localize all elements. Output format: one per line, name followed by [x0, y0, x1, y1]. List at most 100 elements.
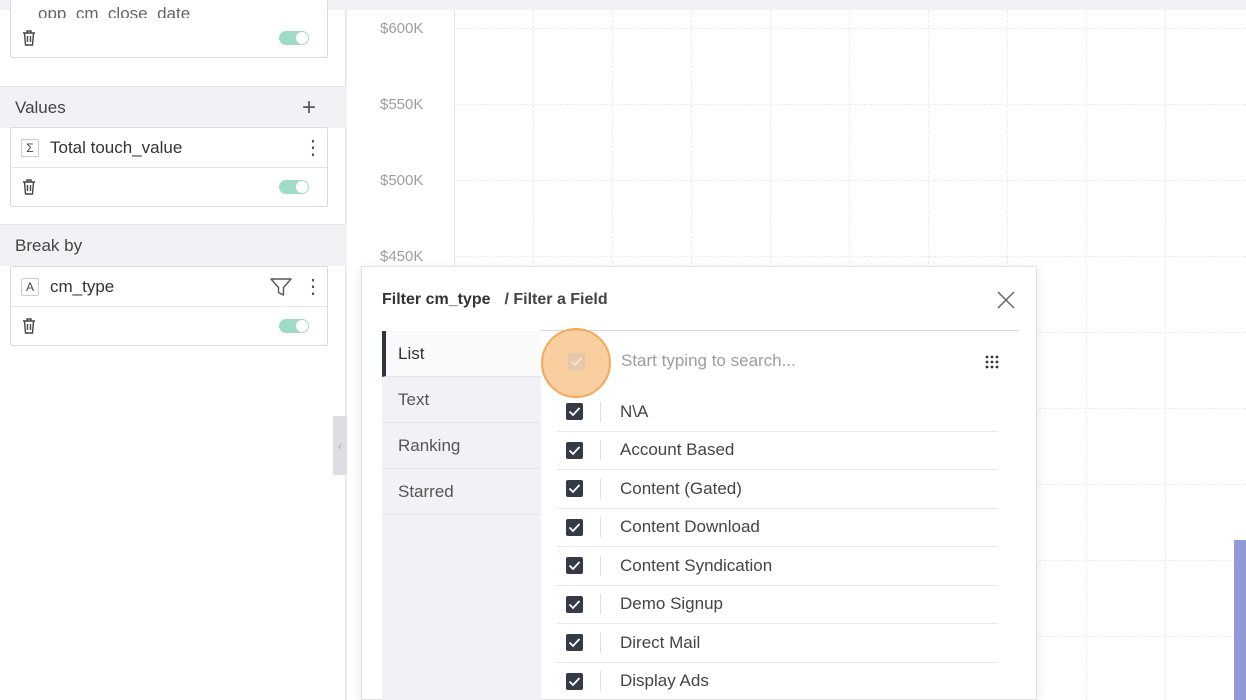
filter-icon[interactable]: [269, 276, 293, 298]
grid-menu-icon[interactable]: [985, 355, 999, 369]
chart-bar[interactable]: [1234, 540, 1246, 700]
tab-ranking[interactable]: Ranking: [382, 423, 541, 469]
divider: [600, 478, 601, 499]
y-tick-label: $600K: [380, 20, 424, 37]
divider: [600, 440, 601, 461]
list-item[interactable]: Content Syndication: [557, 547, 998, 586]
tab-text[interactable]: Text: [382, 377, 541, 423]
values-section-title: Values: [15, 97, 66, 117]
checkmark-icon: [568, 446, 581, 456]
filter-list-pane: N\A Account Based Content (Gated) Conten…: [541, 328, 1018, 700]
value-field-toggle[interactable]: [279, 180, 309, 194]
filter-subtitle: / Filter a Field: [504, 291, 608, 308]
item-label: Direct Mail: [620, 632, 701, 652]
list-item[interactable]: Demo Signup: [557, 586, 998, 624]
collapse-panel-handle[interactable]: ‹: [333, 416, 347, 475]
tab-label: Starred: [398, 481, 454, 501]
date-field-card: opp_cm_close_date: [10, 0, 328, 58]
break-by-field-card: A cm_type ⋮: [10, 266, 328, 346]
date-field-actions: [11, 18, 327, 57]
trash-icon[interactable]: [21, 29, 37, 47]
date-field-row[interactable]: opp_cm_close_date: [11, 0, 327, 18]
item-label: Demo Signup: [620, 594, 724, 614]
gridline: [455, 256, 1246, 257]
list-item[interactable]: Account Based: [557, 432, 998, 470]
divider: [600, 555, 601, 576]
tab-label: List: [398, 343, 425, 363]
tab-starred[interactable]: Starred: [382, 469, 541, 515]
value-field-label: Total touch_value: [50, 137, 183, 157]
select-all-checkbox[interactable]: [568, 353, 585, 370]
break-by-field-label: cm_type: [50, 276, 115, 296]
divider: [600, 401, 601, 422]
sum-icon: Σ: [21, 138, 39, 157]
list-item[interactable]: Display Ads: [557, 663, 998, 700]
y-tick-label: $500K: [380, 172, 424, 189]
checkmark-icon: [568, 523, 581, 533]
item-checkbox[interactable]: [566, 518, 583, 536]
break-by-field-actions: [11, 306, 327, 345]
item-checkbox[interactable]: [566, 557, 583, 575]
gridline: [1086, 10, 1087, 700]
list-item[interactable]: N\A: [557, 393, 998, 432]
tab-label: Ranking: [398, 435, 461, 455]
list-item[interactable]: Direct Mail: [557, 624, 998, 663]
divider: [600, 632, 601, 653]
item-checkbox[interactable]: [566, 441, 583, 459]
item-checkbox[interactable]: [566, 634, 583, 652]
filter-title: Filter cm_type: [382, 291, 491, 308]
search-input[interactable]: [621, 351, 921, 371]
trash-icon[interactable]: [21, 178, 37, 196]
gridline: [1165, 10, 1166, 700]
divider: [600, 671, 601, 692]
kebab-menu-icon[interactable]: ⋮: [303, 138, 323, 158]
y-tick-label: $550K: [380, 96, 424, 113]
item-checkbox[interactable]: [566, 480, 583, 498]
item-checkbox[interactable]: [566, 672, 583, 690]
item-label: Content (Gated): [620, 478, 742, 498]
break-by-field-toggle[interactable]: [279, 319, 309, 333]
divider: [600, 517, 601, 538]
filter-dialog: Filter cm_type / Filter a Field List Text…: [361, 266, 1037, 700]
list-item[interactable]: Content (Gated): [557, 470, 998, 509]
item-label: Content Download: [620, 517, 760, 537]
filter-dialog-title: Filter cm_type / Filter a Field: [382, 291, 608, 309]
checkmark-icon: [570, 357, 583, 367]
item-label: Display Ads: [620, 671, 709, 691]
item-label: Account Based: [620, 440, 735, 460]
checkmark-icon: [568, 484, 581, 494]
value-field-row[interactable]: Σ Total touch_value ⋮: [11, 128, 327, 167]
checkmark-icon: [568, 600, 581, 610]
item-checkbox[interactable]: [566, 595, 583, 613]
break-by-field-row[interactable]: A cm_type ⋮: [11, 267, 327, 306]
trash-icon[interactable]: [21, 317, 37, 335]
checkmark-icon: [568, 561, 581, 571]
divider: [600, 594, 601, 615]
value-field-actions: [11, 167, 327, 206]
gridline: [455, 104, 1246, 105]
y-tick-label: $450K: [380, 248, 424, 265]
value-field-card: Σ Total touch_value ⋮: [10, 127, 328, 207]
item-checkbox[interactable]: [566, 403, 583, 421]
date-field-toggle[interactable]: [279, 30, 309, 45]
break-by-section-title: Break by: [15, 235, 83, 255]
date-field-label: opp_cm_close_date: [38, 4, 191, 18]
chart-top-strip: [347, 0, 1246, 10]
add-value-button[interactable]: +: [302, 94, 316, 122]
gridline: [455, 180, 1246, 181]
kebab-menu-icon[interactable]: ⋮: [303, 277, 323, 297]
filter-tabs: List Text Ranking Starred: [382, 331, 541, 700]
list-item[interactable]: Content Download: [557, 509, 998, 547]
search-row: [541, 328, 1018, 398]
break-by-section-header: Break by: [0, 224, 346, 266]
checkmark-icon: [568, 407, 581, 417]
tab-list[interactable]: List: [382, 331, 541, 377]
checkmark-icon: [568, 638, 581, 648]
close-icon[interactable]: [995, 289, 1017, 311]
text-type-icon: A: [21, 277, 39, 296]
gridline: [455, 28, 1246, 29]
values-section-header: Values +: [0, 86, 346, 128]
checkmark-icon: [568, 677, 581, 687]
tab-label: Text: [398, 389, 430, 409]
item-label: Content Syndication: [620, 555, 773, 575]
